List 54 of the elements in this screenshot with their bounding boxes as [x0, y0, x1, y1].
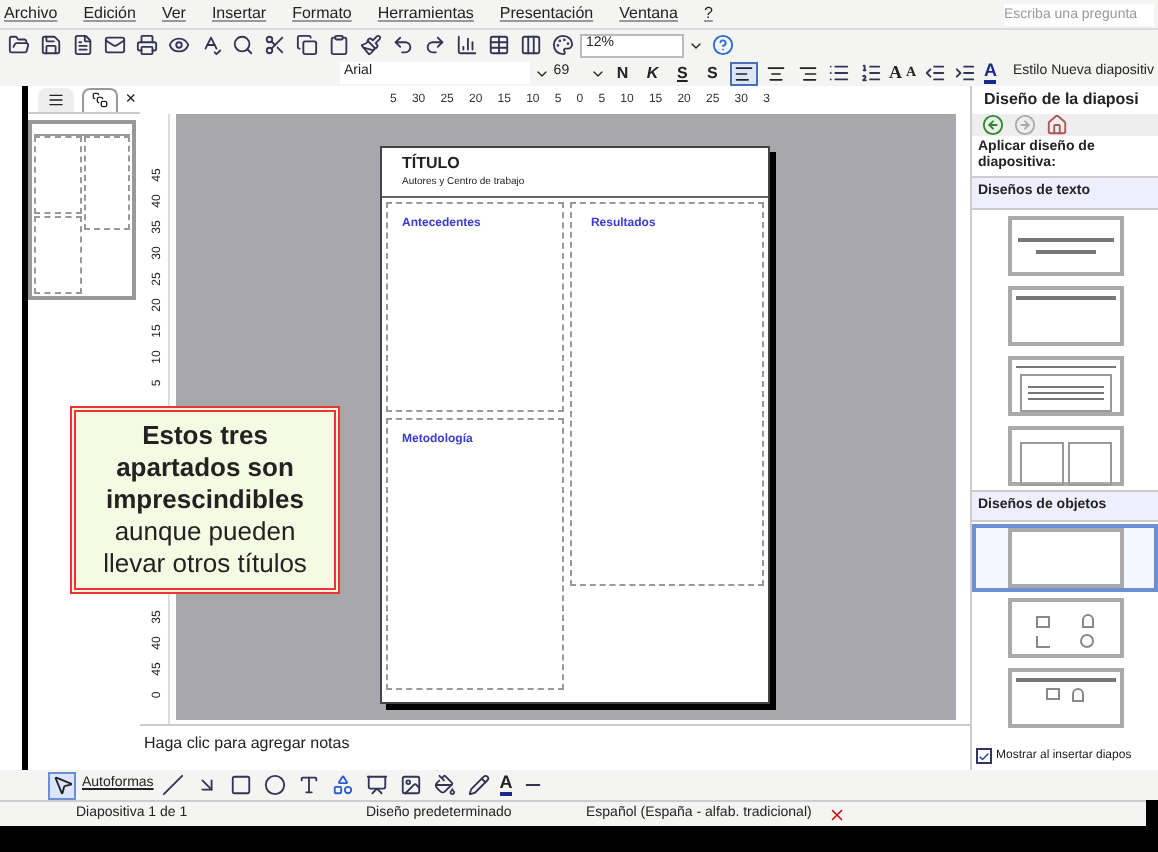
- image-icon[interactable]: [397, 771, 426, 799]
- palette-icon[interactable]: [548, 31, 576, 59]
- copy-icon[interactable]: [292, 31, 320, 59]
- menu-item[interactable]: Edición: [83, 2, 136, 26]
- table-icon[interactable]: [484, 31, 512, 59]
- folder-icon[interactable]: [4, 31, 32, 59]
- ellipse-icon[interactable]: [261, 771, 290, 799]
- pencil-icon[interactable]: [465, 771, 494, 799]
- search-icon[interactable]: [228, 31, 256, 59]
- checkbox[interactable]: [976, 748, 992, 764]
- menu-item[interactable]: Archivo: [4, 2, 58, 26]
- printer-icon[interactable]: [132, 31, 160, 59]
- brush-icon[interactable]: [356, 31, 384, 59]
- style-button[interactable]: N: [609, 61, 636, 85]
- chart-icon[interactable]: [452, 31, 480, 59]
- menu-item[interactable]: ?: [703, 2, 713, 26]
- scissors-icon[interactable]: [260, 31, 288, 59]
- help-icon[interactable]: [708, 31, 736, 59]
- slides-tab[interactable]: [81, 87, 118, 111]
- style-button[interactable]: S: [699, 61, 726, 85]
- home-icon[interactable]: [1042, 111, 1070, 139]
- slide-thumbnail[interactable]: [28, 120, 136, 300]
- pointer-icon[interactable]: [48, 771, 76, 799]
- slide-title: TÍTULO: [402, 152, 462, 177]
- align-button[interactable]: [729, 61, 758, 85]
- notes-prompt: Haga clic para agregar notas: [144, 734, 350, 752]
- lines-icon: [47, 91, 64, 107]
- font-color-button[interactable]: A: [499, 774, 513, 796]
- back-icon[interactable]: [978, 111, 1006, 139]
- layout-option[interactable]: [972, 524, 1158, 592]
- shapes-icon[interactable]: [329, 771, 358, 799]
- task-pane-title: Diseño de la diaposi: [982, 88, 1141, 112]
- menu-item[interactable]: Presentación: [499, 2, 594, 26]
- save-icon[interactable]: [36, 31, 64, 59]
- menu-item[interactable]: Insertar: [211, 2, 267, 26]
- menu-item[interactable]: Herramientas: [377, 2, 474, 26]
- callout-text: Estos tres apartados son imprescindibles aunque pueden llevar otros títulos: [101, 420, 309, 580]
- style-button[interactable]: S: [669, 61, 696, 85]
- columns-icon[interactable]: [516, 31, 544, 59]
- slides-icon: [91, 92, 108, 108]
- line-icon[interactable]: [159, 771, 188, 799]
- rectangle-icon[interactable]: [227, 771, 256, 799]
- numbering-icon[interactable]: [857, 59, 885, 87]
- close-button[interactable]: ×: [125, 85, 136, 113]
- menu-item[interactable]: Ventana: [619, 2, 678, 26]
- spellcheck-status-icon: [827, 805, 846, 823]
- outline-tab[interactable]: [37, 87, 74, 111]
- menu-item[interactable]: Formato: [292, 2, 352, 26]
- grow-font-button[interactable]: A: [888, 59, 902, 87]
- fill-icon[interactable]: [431, 771, 460, 799]
- style-button[interactable]: K: [639, 61, 666, 85]
- mail-icon[interactable]: [100, 31, 128, 59]
- menu-item[interactable]: Ver: [161, 2, 186, 26]
- diagram-icon[interactable]: [363, 771, 392, 799]
